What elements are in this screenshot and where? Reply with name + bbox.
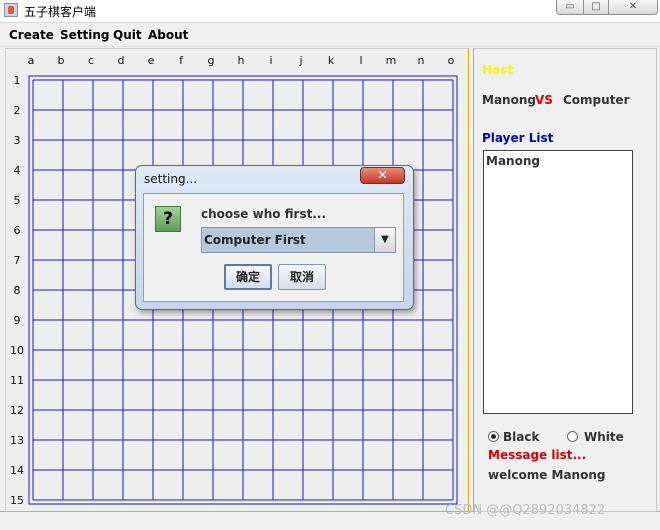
black-radio-button[interactable]	[488, 431, 499, 442]
row-label: 1	[13, 74, 21, 87]
row-label: 14	[10, 464, 24, 477]
white-radio-button[interactable]	[567, 431, 578, 442]
game-client-window: 五子棋客户端 ▭ □ ✕ Create Setting Quit About a…	[0, 0, 660, 530]
row-label: 7	[13, 254, 21, 267]
row-label: 6	[13, 224, 21, 237]
column-label: b	[57, 54, 65, 67]
row-label: 4	[13, 164, 21, 177]
question-icon: ?	[155, 206, 181, 232]
dialog-title: setting...	[144, 172, 198, 186]
host-label: Host	[482, 63, 514, 77]
column-label: j	[299, 54, 303, 67]
column-label: m	[385, 54, 397, 67]
ok-button[interactable]: 确定	[224, 264, 272, 290]
dialog-message: choose who first...	[201, 207, 327, 221]
csdn-watermark: CSDN @@Q2892034822	[445, 503, 606, 518]
row-label: 9	[13, 314, 21, 327]
first-player-select[interactable]: Computer First ▼	[201, 227, 396, 253]
player-two-name: Computer	[563, 93, 630, 107]
selected-option: Computer First	[204, 233, 306, 247]
column-label: f	[179, 54, 183, 67]
column-label: a	[27, 54, 35, 67]
minimize-button[interactable]: ▭	[556, 0, 584, 15]
player-one-name: Manong	[482, 93, 536, 107]
dialog-content: ? choose who first... Computer First ▼ 确…	[143, 193, 404, 302]
message-list-label: Message list...	[488, 448, 587, 462]
column-label: l	[359, 54, 363, 67]
row-label: 15	[10, 494, 24, 507]
player-list-label: Player List	[482, 131, 554, 145]
maximize-button[interactable]: □	[583, 0, 609, 15]
row-label: 12	[10, 404, 24, 417]
row-label: 2	[13, 104, 21, 117]
row-label: 11	[10, 374, 24, 387]
column-label: n	[417, 54, 425, 67]
chevron-down-icon[interactable]: ▼	[374, 228, 395, 252]
row-label: 10	[10, 344, 24, 357]
black-radio-label[interactable]: Black	[503, 430, 539, 444]
row-label: 5	[13, 194, 21, 207]
row-label: 13	[10, 434, 24, 447]
welcome-message: welcome Manong	[488, 468, 606, 482]
player-list-box[interactable]: Manong	[483, 150, 633, 414]
dialog-close-button[interactable]: ✕	[360, 167, 405, 184]
vs-label: VS	[535, 93, 553, 107]
column-label: e	[147, 54, 155, 67]
column-label: i	[269, 54, 273, 67]
column-label: o	[447, 54, 455, 67]
column-label: g	[207, 54, 215, 67]
close-window-button[interactable]: ✕	[608, 0, 658, 15]
column-label: d	[117, 54, 125, 67]
column-label: h	[237, 54, 245, 67]
column-label: k	[327, 54, 335, 67]
cancel-button[interactable]: 取消	[278, 264, 326, 290]
white-radio-label[interactable]: White	[584, 430, 624, 444]
column-label: c	[87, 54, 95, 67]
setting-dialog: setting... ✕ ? choose who first... Compu…	[135, 165, 414, 310]
row-label: 8	[13, 284, 21, 297]
row-label: 3	[13, 134, 21, 147]
list-item[interactable]: Manong	[486, 154, 540, 168]
